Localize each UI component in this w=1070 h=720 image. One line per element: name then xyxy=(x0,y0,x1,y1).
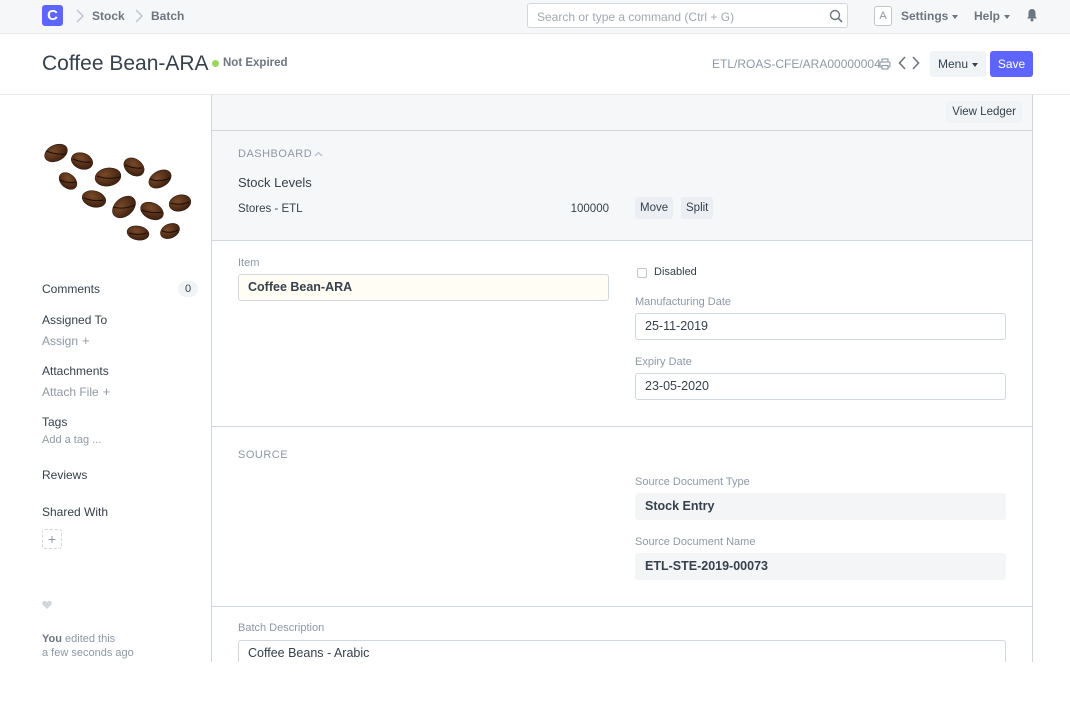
view-ledger-button[interactable]: View Ledger xyxy=(946,101,1022,123)
breadcrumb-stock[interactable]: Stock xyxy=(92,9,125,23)
plus-icon: + xyxy=(82,333,90,348)
source-document-type-field: Stock Entry xyxy=(635,493,1006,520)
tags-label: Tags xyxy=(42,415,68,429)
form-toolbar: View Ledger xyxy=(212,95,1032,131)
manufacturing-date-label: Manufacturing Date xyxy=(635,296,731,308)
comments-count-badge: 0 xyxy=(178,281,198,297)
item-label: Item xyxy=(238,257,260,269)
heart-icon[interactable] xyxy=(42,600,52,610)
chevron-right-icon xyxy=(76,9,84,23)
item-field[interactable]: Coffee Bean-ARA xyxy=(238,274,609,301)
status-badge: Not Expired xyxy=(223,57,288,69)
attachments-label: Attachments xyxy=(42,364,109,378)
viewport-bottom-band xyxy=(0,662,1070,720)
navbar: C Stock Batch Search or type a command (… xyxy=(0,0,1070,34)
batch-description-label: Batch Description xyxy=(238,622,325,634)
status-indicator-dot xyxy=(212,60,219,67)
settings-label: Settings xyxy=(901,9,949,23)
save-button[interactable]: Save xyxy=(990,51,1033,77)
activity-action: edited this xyxy=(65,633,116,645)
bell-icon[interactable] xyxy=(1026,8,1038,22)
warehouse-name[interactable]: Stores - ETL xyxy=(238,203,303,215)
help-label: Help xyxy=(974,9,1001,23)
app-logo[interactable]: C xyxy=(42,5,63,26)
disabled-checkbox[interactable] xyxy=(637,268,647,278)
item-image xyxy=(42,137,198,247)
breadcrumb-batch[interactable]: Batch xyxy=(151,9,184,23)
chevron-right-icon xyxy=(135,9,143,23)
plus-icon: + xyxy=(102,384,111,399)
chevron-right-icon[interactable] xyxy=(912,56,920,70)
chevron-left-icon[interactable] xyxy=(898,56,906,70)
page-head: Coffee Bean-ARA Not Expired ETL/ROAS-CFE… xyxy=(0,35,1070,95)
search-icon xyxy=(829,9,843,23)
dashboard-section: DASHBOARD Stock Levels Stores - ETL 1000… xyxy=(212,131,1032,241)
comments-label: Comments xyxy=(42,282,101,296)
source-document-type-label: Source Document Type xyxy=(635,476,750,488)
expiry-date-field[interactable]: 23-05-2020 xyxy=(635,373,1006,400)
activity-note: You edited this a few seconds ago xyxy=(42,632,134,660)
expiry-date-label: Expiry Date xyxy=(635,356,692,368)
move-button[interactable]: Move xyxy=(635,197,674,219)
reviews-label: Reviews xyxy=(42,468,88,482)
caret-down-icon xyxy=(1004,14,1011,19)
attach-file-label: Attach File xyxy=(42,385,99,399)
caret-down-icon xyxy=(952,14,959,19)
stock-levels-title: Stock Levels xyxy=(238,175,312,190)
source-document-name-field[interactable]: ETL-STE-2019-00073 xyxy=(635,553,1006,580)
caret-down-icon xyxy=(972,62,979,67)
disabled-label: Disabled xyxy=(654,266,697,278)
assign-link-label: Assign xyxy=(42,334,79,348)
activity-user: You xyxy=(42,633,62,645)
assigned-to-label: Assigned To xyxy=(42,313,108,327)
search-placeholder: Search or type a command (Ctrl + G) xyxy=(537,10,735,24)
manufacturing-date-field[interactable]: 25-11-2019 xyxy=(635,313,1006,340)
user-avatar[interactable]: A xyxy=(874,6,892,26)
help-dropdown[interactable]: Help xyxy=(974,9,1011,23)
search-input[interactable]: Search or type a command (Ctrl + G) xyxy=(527,3,848,28)
dashboard-heading[interactable]: DASHBOARD xyxy=(238,148,312,160)
source-document-name-label: Source Document Name xyxy=(635,536,756,548)
menu-button[interactable]: Menu xyxy=(930,51,986,77)
assign-link[interactable]: Assign + xyxy=(42,333,90,348)
chevron-up-icon[interactable] xyxy=(314,151,323,157)
document-name: ETL/ROAS-CFE/ARA00000004 xyxy=(712,57,881,71)
source-heading: SOURCE xyxy=(238,449,289,461)
activity-time: a few seconds ago xyxy=(42,647,134,659)
stock-qty: 100000 xyxy=(570,203,609,215)
attach-file-link[interactable]: Attach File + xyxy=(42,384,110,399)
source-section: SOURCE Source Document Type Stock Entry … xyxy=(212,427,1032,607)
form-layout: View Ledger DASHBOARD Stock Levels Store… xyxy=(211,95,1033,720)
add-tag-input[interactable]: Add a tag ... xyxy=(42,434,101,446)
settings-dropdown[interactable]: Settings xyxy=(901,9,959,23)
shared-with-label: Shared With xyxy=(42,505,109,519)
split-button[interactable]: Split xyxy=(681,197,714,219)
menu-label: Menu xyxy=(937,57,969,71)
share-add-button[interactable]: + xyxy=(42,529,62,549)
page-title: Coffee Bean-ARA xyxy=(42,52,209,75)
details-section: Item Coffee Bean-ARA Disabled Manufactur… xyxy=(212,241,1032,427)
print-icon[interactable] xyxy=(879,58,891,70)
